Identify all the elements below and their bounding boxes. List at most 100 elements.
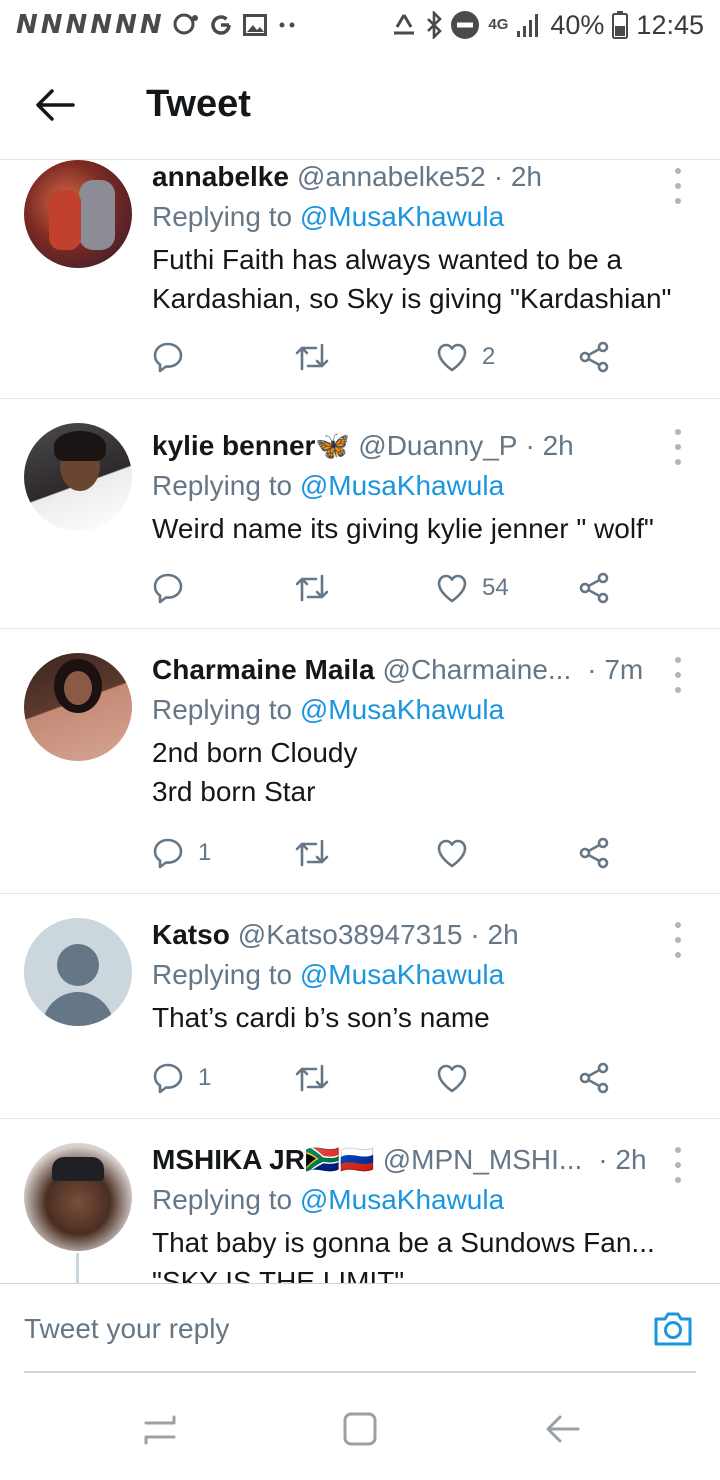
network-type: 4G <box>488 15 509 33</box>
camera-button[interactable] <box>652 1310 694 1350</box>
avatar[interactable] <box>24 423 132 531</box>
heart-icon <box>437 343 467 372</box>
tweet[interactable]: kylie benner 🦋 @Duanny_P · 2h Replying t… <box>0 399 720 629</box>
share-button[interactable] <box>578 572 610 604</box>
notification-n-icon: N <box>115 10 138 40</box>
reply-button[interactable] <box>152 341 198 373</box>
tweet-actions: 1 <box>152 828 622 878</box>
display-name[interactable]: Katso <box>152 918 230 952</box>
retweet-button[interactable] <box>294 838 344 868</box>
home-button[interactable] <box>340 1409 380 1449</box>
tweet-header: kylie benner 🦋 @Duanny_P · 2h <box>152 429 690 463</box>
more-options-button[interactable] <box>666 922 690 958</box>
back-nav-icon <box>546 1415 580 1443</box>
notification-n-icon: N <box>16 10 39 40</box>
display-name[interactable]: annabelke <box>152 160 289 194</box>
recent-apps-button[interactable] <box>140 1409 180 1449</box>
mention-link[interactable]: @MusaKhawula <box>300 959 504 990</box>
share-icon <box>579 572 609 604</box>
tweet-text-line: Weird name its giving kylie jenner " wol… <box>152 513 654 544</box>
more-notifications-icon <box>277 21 297 29</box>
retweet-button[interactable] <box>294 573 344 603</box>
mention-link[interactable]: @MusaKhawula <box>300 694 504 725</box>
replying-to: Replying to @MusaKhawula <box>152 958 690 992</box>
notification-n-icon: N <box>40 10 64 40</box>
app-header: Tweet <box>0 50 720 160</box>
reply-button[interactable]: 1 <box>152 1062 211 1094</box>
more-options-button[interactable] <box>666 168 690 204</box>
user-handle[interactable]: @Charmaine... <box>383 653 572 687</box>
user-handle[interactable]: @Katso38947315 <box>238 918 463 952</box>
mention-link[interactable]: @MusaKhawula <box>300 470 504 501</box>
status-bar: N N N N N N 4G 40% 12:45 <box>0 0 720 50</box>
display-name[interactable]: kylie benner <box>152 429 315 463</box>
chat-bubble-icon <box>173 13 199 37</box>
share-button[interactable] <box>578 837 610 869</box>
status-time: 12:45 <box>636 9 704 40</box>
avatar[interactable] <box>24 1143 132 1251</box>
share-button[interactable] <box>578 341 610 373</box>
reply-button[interactable] <box>152 572 198 604</box>
notification-icons: N N N N N N <box>16 10 297 40</box>
avatar[interactable] <box>24 160 132 268</box>
mention-link[interactable]: @MusaKhawula <box>300 1184 504 1215</box>
tweet-text-line: 2nd born Cloudy <box>152 737 358 768</box>
retweet-button[interactable] <box>294 1063 344 1093</box>
reply-input[interactable]: Tweet your reply <box>24 1284 624 1374</box>
avatar[interactable] <box>24 918 132 1026</box>
tweet-actions: 2 <box>152 332 622 382</box>
more-options-button[interactable] <box>666 1147 690 1183</box>
notification-n-icon: N <box>139 10 163 40</box>
display-name[interactable]: Charmaine Maila <box>152 653 375 687</box>
battery-icon <box>612 11 629 39</box>
user-handle[interactable]: @MPN_MSHI... <box>383 1143 583 1177</box>
tweet-time: · 2h <box>598 1144 647 1175</box>
share-button[interactable] <box>578 1062 610 1094</box>
tweet[interactable]: MSHIKA JR 🇿🇦🇷🇺 @MPN_MSHI... · 2h Replyin… <box>0 1119 720 1283</box>
tweet[interactable]: Charmaine Maila @Charmaine... · 7m Reply… <box>0 629 720 894</box>
user-handle[interactable]: @annabelke52 <box>297 160 486 194</box>
reply-button[interactable]: 1 <box>152 837 211 869</box>
do-not-disturb-icon <box>450 10 480 40</box>
replying-to: Replying to @MusaKhawula <box>152 1183 690 1217</box>
tweet-text-line: Futhi Faith has always wanted to be a <box>152 244 623 275</box>
page-title: Tweet <box>146 83 251 125</box>
tweet-header: MSHIKA JR 🇿🇦🇷🇺 @MPN_MSHI... · 2h <box>152 1143 690 1177</box>
camera-icon <box>654 1312 692 1346</box>
avatar[interactable] <box>24 653 132 761</box>
tweet[interactable]: Katso @Katso38947315 · 2h Replying to @M… <box>0 894 720 1119</box>
heart-icon <box>437 839 467 868</box>
mention-link[interactable]: @MusaKhawula <box>300 201 504 232</box>
like-button[interactable] <box>436 838 482 868</box>
more-options-button[interactable] <box>666 429 690 465</box>
replying-to-label: Replying to <box>152 694 293 725</box>
retweet-button[interactable] <box>294 342 344 372</box>
like-button[interactable] <box>436 1063 482 1093</box>
heart-icon <box>437 574 467 603</box>
back-button[interactable] <box>0 50 110 160</box>
reply-feed[interactable]: annabelke @annabelke52 · 2h Replying to … <box>0 160 720 1283</box>
replying-to: Replying to @MusaKhawula <box>152 200 690 234</box>
signal-icon <box>516 12 542 38</box>
share-icon <box>579 1062 609 1094</box>
like-button[interactable]: 2 <box>436 342 495 372</box>
tweet-text: Weird name its giving kylie jenner " wol… <box>152 509 690 548</box>
tweet-text: 2nd born Cloudy 3rd born Star <box>152 733 690 811</box>
flag-emojis: 🇿🇦🇷🇺 <box>304 1143 375 1176</box>
tweet-text-line: 3rd born Star <box>152 776 316 807</box>
default-avatar-icon <box>24 918 132 1026</box>
user-handle[interactable]: @Duanny_P <box>358 429 517 463</box>
notification-n-icon: N <box>65 10 89 40</box>
retweet-icon <box>295 343 329 371</box>
share-icon <box>579 837 609 869</box>
reply-count: 1 <box>198 1064 212 1091</box>
tweet[interactable]: annabelke @annabelke52 · 2h Replying to … <box>0 160 720 399</box>
share-icon <box>579 341 609 373</box>
like-button[interactable]: 54 <box>436 573 509 603</box>
reply-icon <box>153 573 183 604</box>
more-options-button[interactable] <box>666 657 690 693</box>
replying-to-label: Replying to <box>152 959 293 990</box>
display-name[interactable]: MSHIKA JR <box>152 1143 305 1177</box>
like-count: 54 <box>482 574 509 601</box>
back-nav-button[interactable] <box>542 1409 582 1449</box>
